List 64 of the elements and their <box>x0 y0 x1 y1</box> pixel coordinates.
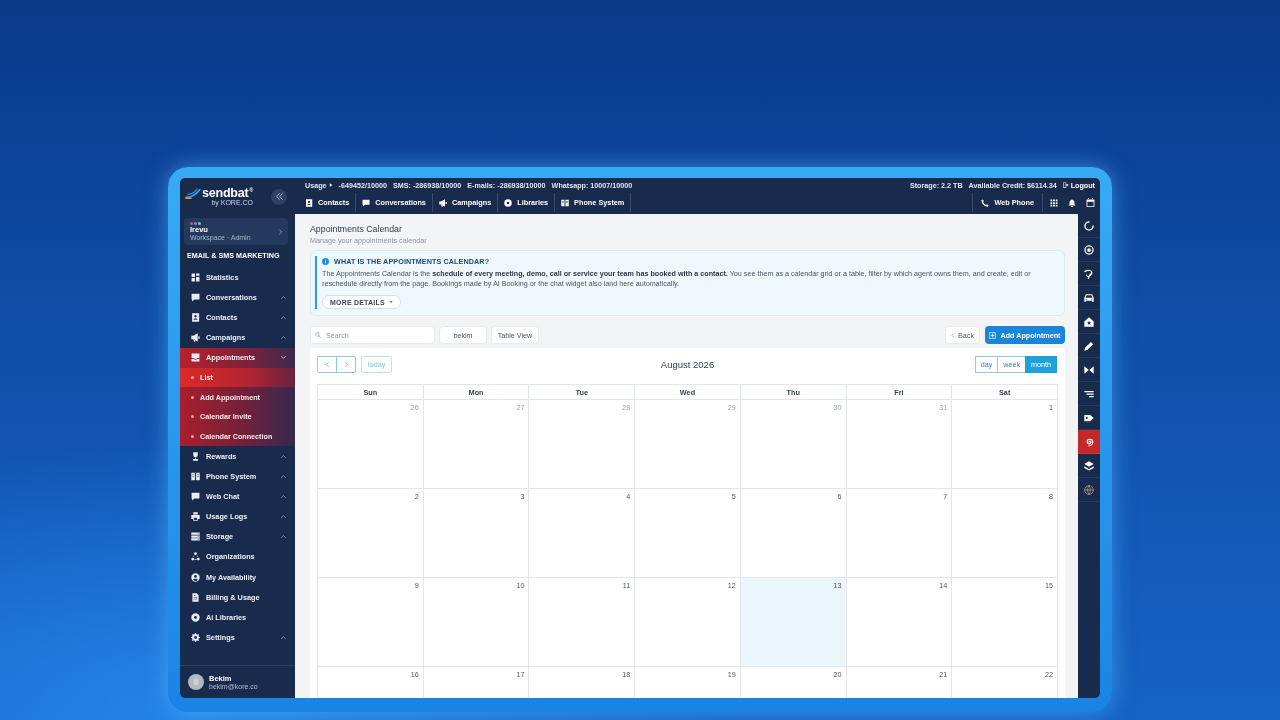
chevron-down-icon <box>281 355 286 361</box>
info-icon <box>322 257 329 265</box>
tag-icon <box>1084 412 1094 423</box>
document-icon <box>191 592 200 602</box>
calendar-icon[interactable] <box>1086 198 1095 207</box>
lines-icon <box>1084 388 1094 399</box>
caret-down-icon <box>388 300 393 304</box>
chevron-up-icon <box>281 294 286 300</box>
chat-bubble-icon <box>362 198 371 207</box>
chevron-up-icon <box>281 453 286 459</box>
chevron-left-icon <box>951 332 955 338</box>
chat-bubble-icon <box>191 292 200 302</box>
dashboard-icon <box>191 272 200 282</box>
bullet-icon <box>191 376 194 380</box>
record-icon <box>1084 244 1094 255</box>
notification-bell-icon[interactable] <box>1068 198 1076 207</box>
squiggle-icon <box>1084 268 1094 279</box>
logout-icon <box>1062 182 1069 188</box>
printer-icon <box>191 512 200 522</box>
nodes-icon <box>191 552 200 562</box>
house-icon <box>1084 316 1094 327</box>
double-chevron-left-icon <box>275 193 283 200</box>
spiral-icon <box>1084 436 1094 447</box>
bullet-icon <box>191 434 194 438</box>
chevron-up-icon <box>281 493 286 499</box>
chevron-right-icon <box>343 361 349 368</box>
megaphone-icon <box>438 198 447 207</box>
phone-icon <box>981 198 990 207</box>
pen-icon <box>1084 340 1094 351</box>
triangle-right-icon <box>328 183 333 187</box>
search-icon <box>315 332 321 338</box>
chevron-right-icon <box>278 228 283 235</box>
address-book-icon <box>191 312 200 322</box>
logo-icon <box>185 188 201 199</box>
settings-icon <box>191 633 200 643</box>
car-icon <box>1084 292 1094 303</box>
chevron-up-icon <box>281 534 286 540</box>
loader-icon <box>1084 220 1094 231</box>
chevron-up-icon <box>281 473 286 479</box>
inbox-tray-icon <box>191 353 200 363</box>
logo-wordmark: sendbat$^{®}$ <box>202 186 253 199</box>
page-title: Appointments Calendar <box>310 224 402 234</box>
bowtie-icon <box>1084 364 1094 375</box>
layers-icon <box>1084 460 1094 471</box>
bullet-icon <box>191 415 194 419</box>
chevron-left-icon <box>324 361 330 368</box>
trophy-icon <box>191 451 200 461</box>
apps-grid-icon[interactable] <box>1050 198 1058 207</box>
address-book-icon <box>305 198 313 207</box>
megaphone-icon <box>191 333 200 343</box>
avatar-icon <box>188 674 204 690</box>
collapse-sidebar-button[interactable] <box>271 188 287 205</box>
chevron-up-icon <box>281 635 286 641</box>
globe-icon <box>1084 484 1094 495</box>
calendar-title: August 2026 <box>660 359 715 370</box>
book-icon <box>561 198 570 207</box>
book-icon <box>191 471 200 481</box>
chevron-up-icon <box>281 514 286 520</box>
bullet-icon <box>191 395 194 399</box>
chat-bubble-icon <box>191 491 200 501</box>
dots-icon <box>190 221 201 225</box>
server-icon <box>191 532 200 542</box>
chevron-up-icon <box>281 335 286 341</box>
chevron-up-icon <box>281 314 286 320</box>
